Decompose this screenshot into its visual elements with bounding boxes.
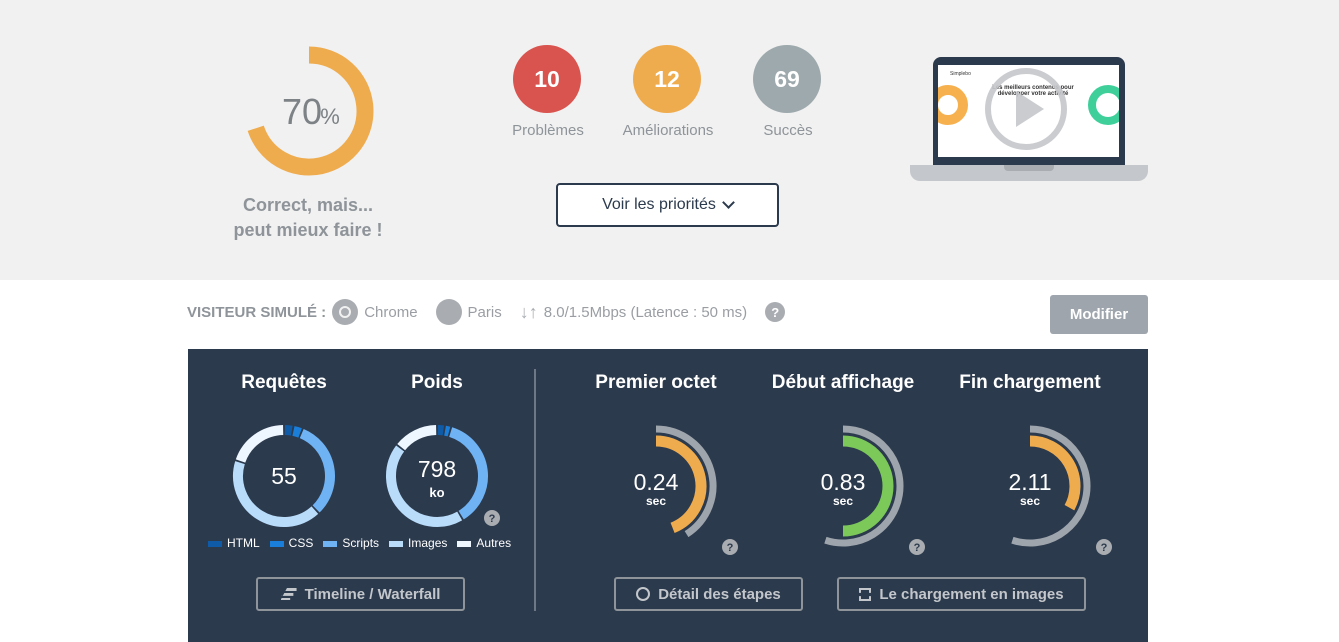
svg-text:?: ? — [1101, 542, 1108, 554]
legend-item-images: Images — [389, 536, 447, 550]
start-render-unit: sec — [833, 494, 853, 508]
score-value: 70 — [282, 91, 322, 132]
timing-gauges: 0.24 sec 0.83 sec 2.11 sec ? ? ? — [634, 425, 1112, 555]
start-render-title: Début affichage — [771, 372, 915, 393]
donut-segment-css — [292, 426, 302, 438]
svg-text:?: ? — [727, 542, 734, 554]
start-render-value: 0.83 — [821, 469, 866, 495]
donut-segment-css — [444, 425, 451, 437]
donut-segment-scripts — [299, 428, 335, 513]
film-icon — [859, 587, 872, 601]
connection-value: 8.0/1.5Mbps (Latence : 50 ms) — [543, 303, 748, 321]
load-complete-value: 2.11 — [1008, 469, 1051, 495]
chevron-down-icon — [722, 196, 735, 209]
score-unit: % — [320, 104, 340, 129]
preview-logo: Simplebo — [950, 71, 971, 77]
score-label-line2: peut mieux faire ! — [233, 220, 383, 240]
location-value: Paris — [467, 303, 502, 321]
donut-segment-autres — [397, 425, 437, 451]
load-complete-unit: sec — [1020, 494, 1040, 508]
legend-item-others: Autres — [457, 536, 511, 550]
improvements-badge[interactable]: 12 — [633, 45, 701, 113]
donut-segment-autres — [235, 425, 284, 463]
video-thumbnail[interactable]: Simplebo Les meilleurs contenus pour dév… — [910, 57, 1148, 182]
legend: HTML CSS Scripts Images Autres — [208, 536, 511, 550]
first-byte-unit: sec — [646, 494, 666, 508]
legend-item-css: CSS — [269, 536, 313, 550]
step-details-button[interactable]: Détail des étapes — [614, 577, 803, 611]
globe-icon — [435, 299, 462, 325]
weight-title: Poids — [411, 372, 463, 393]
timeline-waterfall-button[interactable]: Timeline / Waterfall — [256, 577, 465, 611]
filmstrip-label: Le chargement en images — [879, 585, 1064, 603]
problems-label: Problèmes — [512, 122, 584, 139]
donut-charts: 55 798 ko ? — [233, 425, 500, 527]
view-priorities-label: Voir les priorités — [602, 196, 716, 213]
weight-unit: ko — [429, 485, 444, 500]
timeline-button-label: Timeline / Waterfall — [304, 585, 441, 603]
score-label-line1: Correct, mais... — [242, 195, 374, 215]
step-details-label: Détail des étapes — [658, 585, 781, 603]
play-icon[interactable] — [980, 67, 1072, 151]
up-down-arrows-icon: ↓↑ — [519, 301, 538, 322]
requests-value: 55 — [271, 463, 297, 489]
success-label: Succès — [763, 122, 813, 139]
legend-item-scripts: Scripts — [323, 536, 379, 550]
donut-segment-html — [284, 425, 293, 436]
laptop-notch — [1004, 165, 1054, 171]
help-icon-text: ? — [489, 513, 496, 525]
first-byte-value: 0.24 — [634, 469, 679, 495]
score-ring: 70 % — [247, 46, 374, 176]
score-label: Correct, mais... peut mieux faire ! — [208, 193, 408, 243]
clock-icon — [636, 587, 651, 601]
filmstrip-button[interactable]: Le chargement en images — [837, 577, 1086, 611]
modify-button[interactable]: Modifier — [1050, 295, 1148, 334]
simulated-visitor: VISITEUR SIMULÉ : Chrome Paris ↓↑ 8.0/1.… — [187, 299, 786, 325]
first-byte-title: Premier octet — [595, 372, 717, 393]
legend-item-html: HTML — [208, 536, 260, 550]
weight-value: 798 — [418, 456, 456, 482]
help-icon[interactable]: ? — [765, 302, 786, 322]
chrome-icon — [332, 299, 359, 325]
svg-text:?: ? — [914, 542, 921, 554]
problems-badge[interactable]: 10 — [513, 45, 581, 113]
load-complete-title: Fin chargement — [959, 372, 1101, 393]
improvements-label: Améliorations — [622, 122, 714, 139]
visitor-label: VISITEUR SIMULÉ : — [187, 303, 327, 321]
waterfall-icon — [280, 588, 297, 600]
browser-value: Chrome — [364, 303, 418, 321]
success-badge[interactable]: 69 — [753, 45, 821, 113]
divider — [534, 369, 536, 611]
view-priorities-button[interactable]: Voir les priorités — [556, 183, 779, 227]
